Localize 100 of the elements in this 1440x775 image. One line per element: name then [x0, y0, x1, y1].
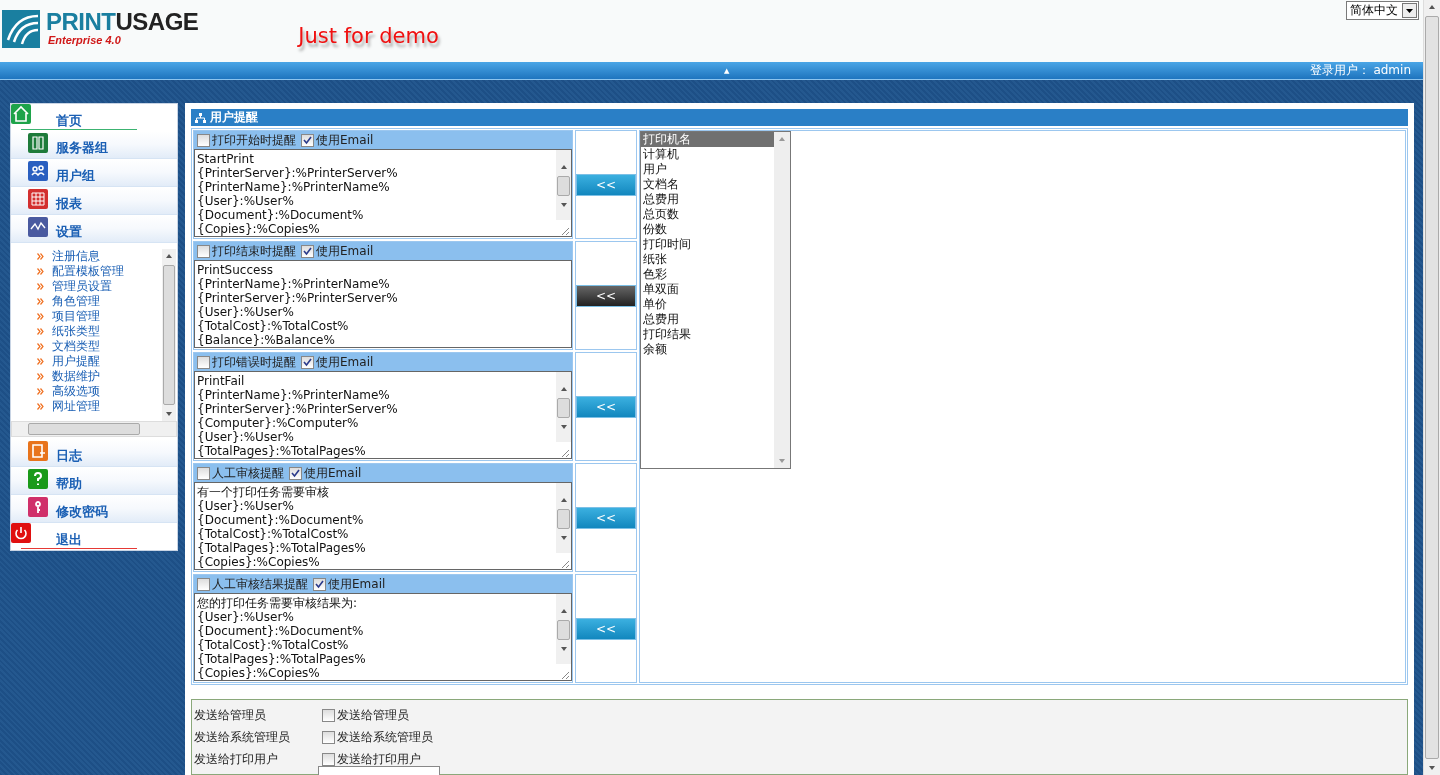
list-option[interactable]: 打印机名 — [641, 132, 774, 147]
list-option[interactable]: 单价 — [641, 297, 774, 312]
resize-grip-icon[interactable] — [556, 442, 571, 458]
list-option[interactable]: 总页数 — [641, 207, 774, 222]
reminder-label: 打印错误时提醒 — [212, 353, 296, 371]
demo-text: Just for demo — [298, 24, 439, 48]
recipient-label: 发送给打印用户 — [194, 750, 279, 768]
checkbox[interactable] — [301, 133, 314, 147]
checkbox-label: 发送给打印用户 — [337, 750, 421, 768]
list-option[interactable]: 打印时间 — [641, 237, 774, 252]
chevron-icon — [37, 283, 44, 290]
nav-item[interactable]: 用户组 — [11, 159, 177, 187]
edition-label: Enterprise 4.0 — [48, 34, 122, 46]
checkbox[interactable] — [197, 355, 210, 369]
checkbox-label: 发送给管理员 — [337, 706, 409, 724]
submenu-item[interactable]: 纸张类型 — [52, 323, 100, 340]
list-option[interactable]: 色彩 — [641, 267, 774, 282]
nav-item[interactable]: 服务器组 — [11, 131, 177, 159]
submenu-item[interactable]: 用户提醒 — [52, 353, 100, 370]
scrollbar[interactable] — [162, 249, 176, 421]
submenu-item[interactable]: 注册信息 — [52, 248, 100, 265]
checkbox-label: 发送给系统管理员 — [337, 728, 433, 746]
reminder-label: 人工审核提醒 — [212, 464, 284, 482]
dropdown-icon — [1402, 3, 1417, 18]
language-select[interactable]: 简体中文 — [1346, 1, 1419, 20]
nav-item[interactable]: 报表 — [11, 187, 177, 215]
checkbox[interactable] — [289, 466, 302, 480]
book-icon — [28, 441, 48, 461]
server-icon — [28, 133, 48, 153]
nav-item[interactable]: 修改密码 — [11, 495, 177, 523]
resize-grip-icon[interactable] — [556, 553, 571, 569]
list-option[interactable]: 单双面 — [641, 282, 774, 297]
message-textarea[interactable]: StartPrint {PrinterServer}:%PrinterServer% {PrinterName}:%PrinterName% {User}:%User% {Document}:%Document% {Copies}:%Copies% — [194, 149, 572, 237]
email-label: 使用Email — [316, 131, 374, 149]
message-textarea[interactable]: PrintFail {PrinterName}:%PrinterName% {PrinterServer}:%PrinterServer% {Computer}:%Computer% {User}:%User% {TotalPages}:%TotalPages% — [194, 371, 572, 459]
scroll-thumb[interactable] — [1425, 16, 1439, 759]
resize-grip-icon[interactable] — [556, 220, 571, 236]
scroll-thumb[interactable] — [557, 176, 570, 196]
scrollbar[interactable] — [556, 372, 571, 458]
checkbox[interactable] — [197, 466, 210, 480]
key-icon — [28, 497, 48, 517]
recipient-label: 发送给管理员 — [194, 706, 267, 724]
submenu-item[interactable]: 项目管理 — [52, 308, 100, 325]
list-option[interactable]: 计算机 — [641, 147, 774, 162]
logo-text: PRINT — [46, 8, 116, 35]
submenu-item[interactable]: 配置模板管理 — [52, 263, 124, 280]
login-user: 登录用户： admin — [1309, 62, 1411, 79]
scrollbar[interactable] — [556, 594, 571, 680]
list-option[interactable]: 份数 — [641, 222, 774, 237]
list-option[interactable]: 用户 — [641, 162, 774, 177]
submenu-item[interactable]: 文档类型 — [52, 338, 100, 355]
checkbox[interactable] — [322, 730, 335, 744]
nav-item[interactable]: 帮助 — [11, 467, 177, 495]
submenu-item[interactable]: 高级选项 — [52, 383, 100, 400]
list-option[interactable]: 文档名 — [641, 177, 774, 192]
checkbox[interactable] — [301, 355, 314, 369]
scrollbar[interactable] — [11, 421, 177, 437]
list-option[interactable]: 余额 — [641, 342, 774, 357]
checkbox[interactable] — [322, 752, 335, 766]
list-option[interactable]: 纸张 — [641, 252, 774, 267]
scroll-thumb[interactable] — [557, 620, 570, 640]
scroll-thumb[interactable] — [28, 423, 140, 435]
checkbox[interactable] — [197, 244, 210, 258]
chevron-icon — [37, 268, 44, 275]
checkbox[interactable] — [301, 244, 314, 258]
message-textarea[interactable]: 您的打印任务需要审核结果为: {User}:%User% {Document}:%Document% {TotalCost}:%TotalCost% {TotalPages}:%TotalPages% {Copies}:%Copies% — [194, 593, 572, 681]
submenu-item[interactable]: 数据维护 — [52, 368, 100, 385]
chevron-icon — [37, 343, 44, 350]
chevron-icon — [37, 358, 44, 365]
submenu-item[interactable]: 管理员设置 — [52, 278, 112, 295]
submenu-item[interactable]: 角色管理 — [52, 293, 100, 310]
chevron-icon — [37, 298, 44, 305]
checkbox[interactable] — [313, 577, 326, 591]
message-textarea[interactable]: PrintSuccess {PrinterName}:%PrinterName% {PrinterServer}:%PrinterServer% {User}:%User% {TotalCost}:%TotalCost% {Balance}:%Balance% — [194, 260, 572, 348]
list-option[interactable]: 总费用 — [641, 192, 774, 207]
nav-item[interactable]: 日志 — [11, 439, 177, 467]
submenu-item[interactable]: 网址管理 — [52, 398, 100, 415]
help-icon — [28, 469, 48, 489]
email-label: 使用Email — [328, 575, 386, 593]
scroll-thumb[interactable] — [557, 509, 570, 529]
checkbox[interactable] — [322, 708, 335, 722]
checkbox[interactable] — [197, 577, 210, 591]
message-textarea[interactable]: 有一个打印任务需要审核 {User}:%User% {Document}:%Document% {TotalCost}:%TotalCost% {TotalPages}:%TotalPages% {Copies}:%Copies% — [194, 482, 572, 570]
report-icon — [28, 189, 48, 209]
list-option[interactable]: 总费用 — [641, 312, 774, 327]
chevron-icon — [37, 373, 44, 380]
scroll-thumb[interactable] — [163, 265, 175, 405]
reminder-label: 打印开始时提醒 — [212, 131, 296, 149]
resize-grip-icon[interactable] — [556, 664, 571, 680]
list-option[interactable]: 打印结果 — [641, 327, 774, 342]
checkbox[interactable] — [197, 133, 210, 147]
page-scrollbar[interactable] — [1423, 0, 1440, 775]
reminder-label: 打印结束时提醒 — [212, 242, 296, 260]
field-listbox[interactable]: 打印机名 计算机 用户 文档名 总费用 总页数 份数 打印时间 纸张 色彩 单双面 单价 总费用 打印结果 余额 — [640, 131, 791, 469]
scrollbar[interactable] — [556, 483, 571, 569]
scrollbar[interactable] — [556, 150, 571, 236]
insert-button[interactable]: << — [576, 284, 636, 307]
nav-item[interactable]: 设置 — [11, 215, 177, 243]
scroll-thumb[interactable] — [557, 398, 570, 418]
logo-text: USAGE — [115, 8, 199, 35]
